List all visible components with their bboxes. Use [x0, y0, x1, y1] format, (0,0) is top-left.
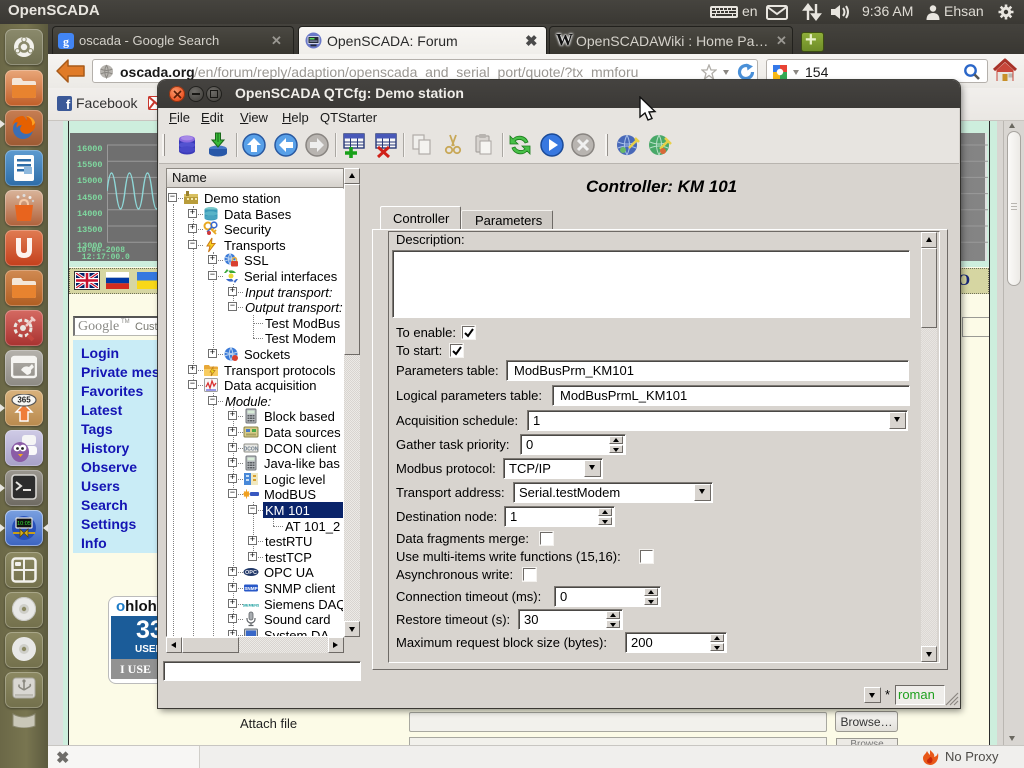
svg-text:SNMP: SNMP [244, 586, 257, 591]
svg-text:f: f [66, 97, 71, 111]
svg-text:10:05: 10:05 [17, 521, 31, 527]
svg-text:g: g [63, 35, 69, 49]
svg-text:OPC: OPC [245, 570, 257, 576]
svg-text:SIEMENS: SIEMENS [243, 604, 259, 608]
svg-text:365: 365 [17, 396, 31, 405]
svg-text:DCON: DCON [244, 447, 259, 453]
